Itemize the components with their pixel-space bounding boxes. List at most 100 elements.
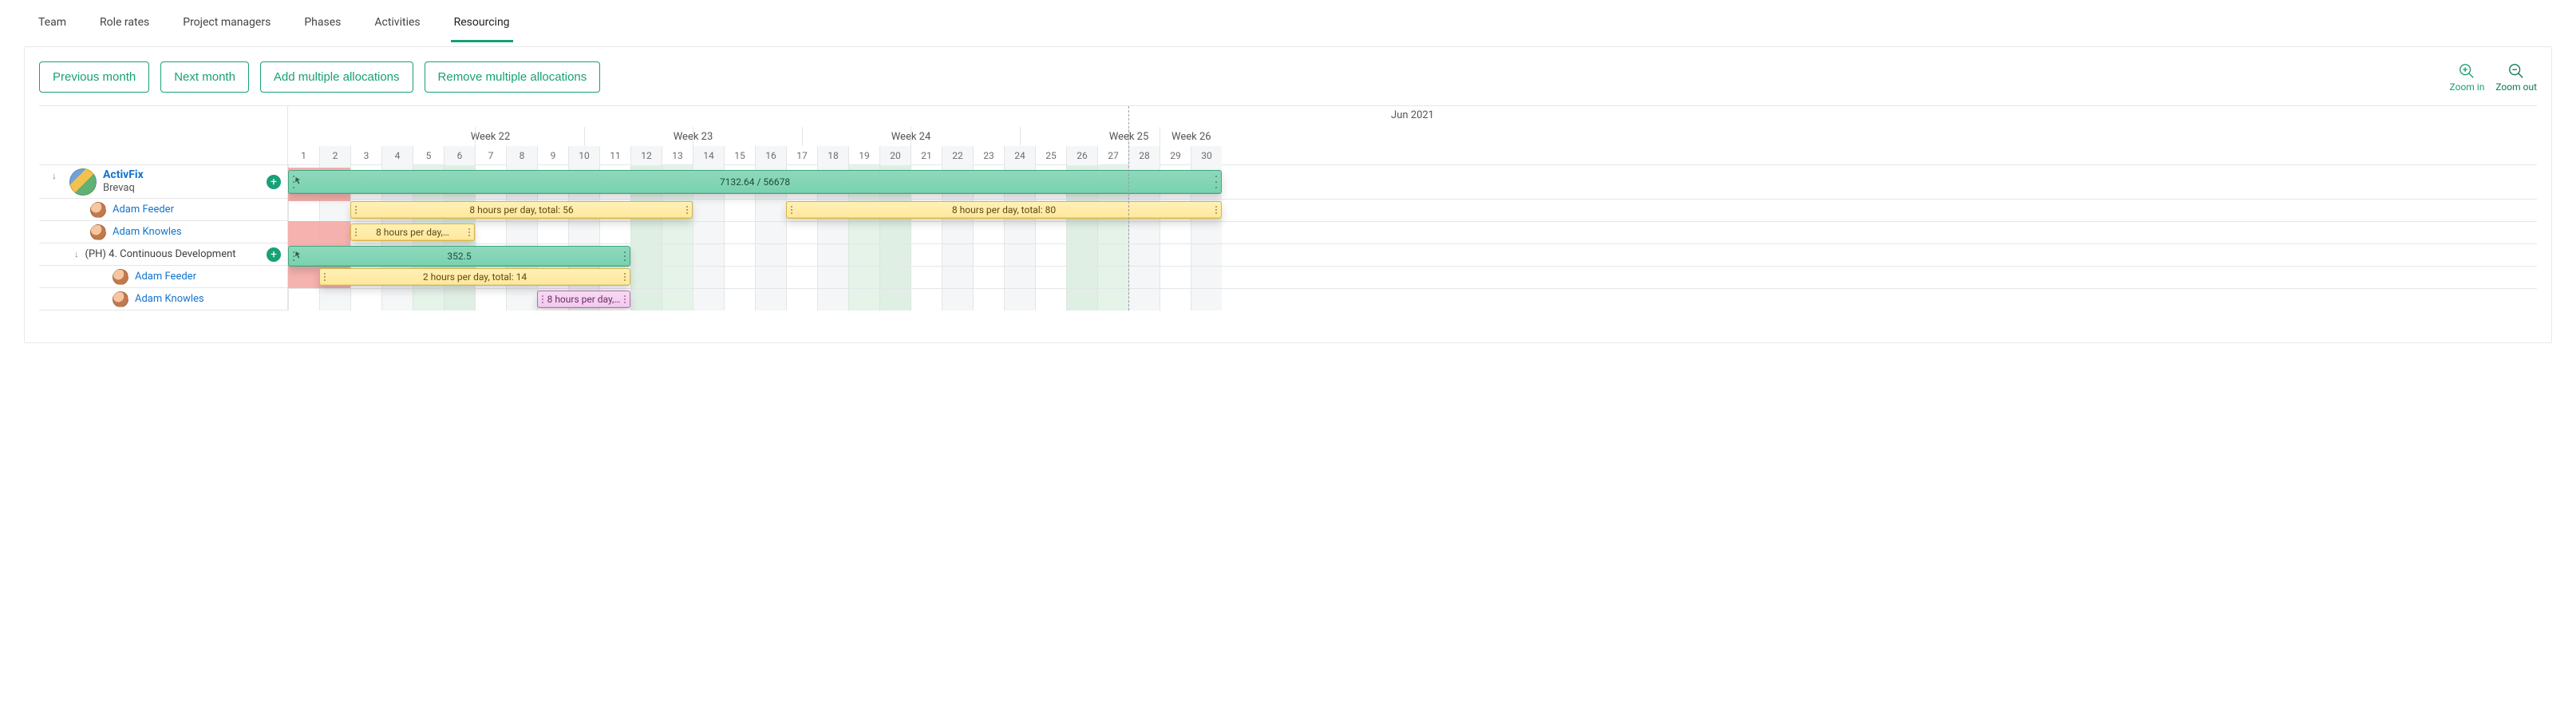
unavailable-span bbox=[288, 221, 350, 243]
resize-handle-right[interactable] bbox=[1214, 204, 1219, 216]
resize-handle-left[interactable] bbox=[789, 204, 794, 216]
avatar bbox=[90, 202, 106, 218]
project-subtitle: Brevaq bbox=[103, 182, 144, 195]
day-label: 22 bbox=[942, 146, 973, 165]
allocation-bar[interactable]: 2 hours per day, total: 14 bbox=[319, 268, 630, 286]
day-label: 29 bbox=[1160, 146, 1191, 165]
avatar bbox=[90, 224, 106, 240]
day-label: 25 bbox=[1035, 146, 1066, 165]
day-label: 5 bbox=[413, 146, 444, 165]
tab-role-rates[interactable]: Role rates bbox=[97, 8, 152, 42]
day-label: 27 bbox=[1097, 146, 1128, 165]
previous-month-button[interactable]: Previous month bbox=[39, 61, 149, 93]
allocation-bar[interactable]: 8 hours per day, total: 56 bbox=[350, 201, 693, 219]
bar-label: 8 hours per day, total: 56 bbox=[469, 204, 573, 216]
row-phase[interactable]: ↓ (PH) 4. Continuous Development + bbox=[39, 243, 287, 266]
user-name[interactable]: Adam Knowles bbox=[135, 293, 204, 305]
month-label: Jun 2021 bbox=[288, 109, 2537, 121]
add-phase-task-button[interactable]: + bbox=[267, 247, 281, 262]
bar-label: 8 hours per day, total: 80 bbox=[952, 204, 1056, 216]
row-project[interactable]: ↓ ActivFix Brevaq + bbox=[39, 165, 287, 199]
resize-handle-left[interactable] bbox=[540, 293, 545, 306]
summary-bar[interactable]: 7132.64 / 56678 bbox=[288, 170, 1222, 194]
zoom-in-button[interactable]: Zoom in bbox=[2450, 62, 2485, 93]
allocation-bar[interactable]: 8 hours per day, total: 80 bbox=[786, 201, 1222, 219]
chevron-down-icon[interactable]: ↓ bbox=[74, 249, 79, 259]
day-label: 9 bbox=[537, 146, 568, 165]
timeline-header: Jun 2021 Week 22Week 23Week 24Week 25Wee… bbox=[288, 106, 2537, 165]
day-label: 4 bbox=[381, 146, 413, 165]
day-label: 12 bbox=[630, 146, 662, 165]
tab-activities[interactable]: Activities bbox=[371, 8, 423, 42]
toolbar: Previous month Next month Add multiple a… bbox=[39, 61, 2537, 93]
resize-handle-right[interactable] bbox=[622, 248, 627, 264]
add-project-task-button[interactable]: + bbox=[267, 175, 281, 189]
zoom-out-button[interactable]: Zoom out bbox=[2495, 62, 2537, 93]
row-user[interactable]: Adam Feeder bbox=[39, 199, 287, 221]
resourcing-panel: Previous month Next month Add multiple a… bbox=[24, 46, 2552, 343]
resize-handle-right[interactable] bbox=[622, 271, 627, 283]
resize-handle-left[interactable] bbox=[354, 204, 358, 216]
user-name[interactable]: Adam Feeder bbox=[135, 271, 196, 283]
day-label: 23 bbox=[973, 146, 1004, 165]
day-label: 11 bbox=[599, 146, 630, 165]
day-label: 7 bbox=[475, 146, 506, 165]
next-month-button[interactable]: Next month bbox=[160, 61, 249, 93]
resize-handle-left[interactable] bbox=[354, 226, 358, 239]
bar-label: 7132.64 / 56678 bbox=[720, 176, 790, 188]
resize-handle-right[interactable] bbox=[467, 226, 472, 239]
bar-label: 8 hours per day,… bbox=[547, 294, 621, 305]
resize-handle-right[interactable] bbox=[1214, 172, 1219, 192]
timeline-body[interactable]: 7132.64 / 56678 8 hours per day, total: 5… bbox=[288, 165, 2537, 310]
gantt: ↓ ActivFix Brevaq + Adam Feeder Adam Kno… bbox=[39, 105, 2537, 310]
date-marker bbox=[1128, 106, 1129, 310]
row-user[interactable]: Adam Knowles bbox=[39, 288, 287, 310]
day-label: 21 bbox=[911, 146, 942, 165]
day-label: 16 bbox=[755, 146, 786, 165]
bar-label: 352.5 bbox=[447, 251, 471, 262]
avatar bbox=[113, 269, 128, 285]
row-user[interactable]: Adam Knowles bbox=[39, 221, 287, 243]
allocation-bar[interactable]: 8 hours per day,… bbox=[350, 223, 475, 241]
day-label: 2 bbox=[319, 146, 350, 165]
zoom-out-label: Zoom out bbox=[2495, 81, 2537, 93]
day-label: 18 bbox=[817, 146, 848, 165]
add-allocations-button[interactable]: Add multiple allocations bbox=[260, 61, 413, 93]
day-label: 6 bbox=[444, 146, 475, 165]
tab-resourcing[interactable]: Resourcing bbox=[451, 8, 513, 42]
resize-handle-right[interactable] bbox=[685, 204, 689, 216]
day-label: 19 bbox=[848, 146, 879, 165]
week-label: Week 22 bbox=[381, 127, 599, 146]
remove-allocations-button[interactable]: Remove multiple allocations bbox=[425, 61, 601, 93]
day-label: 1 bbox=[288, 146, 319, 165]
allocation-bar[interactable]: 8 hours per day,… bbox=[537, 291, 630, 308]
user-name[interactable]: Adam Feeder bbox=[113, 204, 174, 216]
tab-phases[interactable]: Phases bbox=[301, 8, 344, 42]
day-label: 30 bbox=[1191, 146, 1222, 165]
day-label: 14 bbox=[693, 146, 724, 165]
zoom-in-label: Zoom in bbox=[2450, 81, 2485, 93]
gantt-timeline[interactable]: Jun 2021 Week 22Week 23Week 24Week 25Wee… bbox=[288, 106, 2537, 310]
avatar bbox=[113, 291, 128, 307]
chevron-down-icon[interactable]: ↓ bbox=[52, 170, 57, 181]
day-label: 24 bbox=[1004, 146, 1035, 165]
user-name[interactable]: Adam Knowles bbox=[113, 226, 182, 238]
resize-handle-right[interactable] bbox=[622, 293, 627, 306]
day-label: 3 bbox=[350, 146, 381, 165]
tabs: Team Role rates Project managers Phases … bbox=[0, 0, 2576, 43]
day-label: 17 bbox=[786, 146, 817, 165]
week-label: Week 26 bbox=[1160, 127, 1222, 146]
resize-handle-left[interactable] bbox=[291, 248, 296, 264]
day-label: 13 bbox=[662, 146, 693, 165]
phase-label: (PH) 4. Continuous Development bbox=[85, 248, 236, 260]
day-label: 15 bbox=[724, 146, 755, 165]
left-header-spacer bbox=[39, 106, 287, 165]
tab-team[interactable]: Team bbox=[35, 8, 69, 42]
row-user[interactable]: Adam Feeder bbox=[39, 266, 287, 288]
zoom-out-icon bbox=[2507, 62, 2525, 80]
day-label: 10 bbox=[568, 146, 599, 165]
summary-bar[interactable]: 352.5 bbox=[288, 246, 630, 267]
tab-project-managers[interactable]: Project managers bbox=[180, 8, 274, 42]
resize-handle-left[interactable] bbox=[291, 172, 296, 192]
resize-handle-left[interactable] bbox=[322, 271, 327, 283]
